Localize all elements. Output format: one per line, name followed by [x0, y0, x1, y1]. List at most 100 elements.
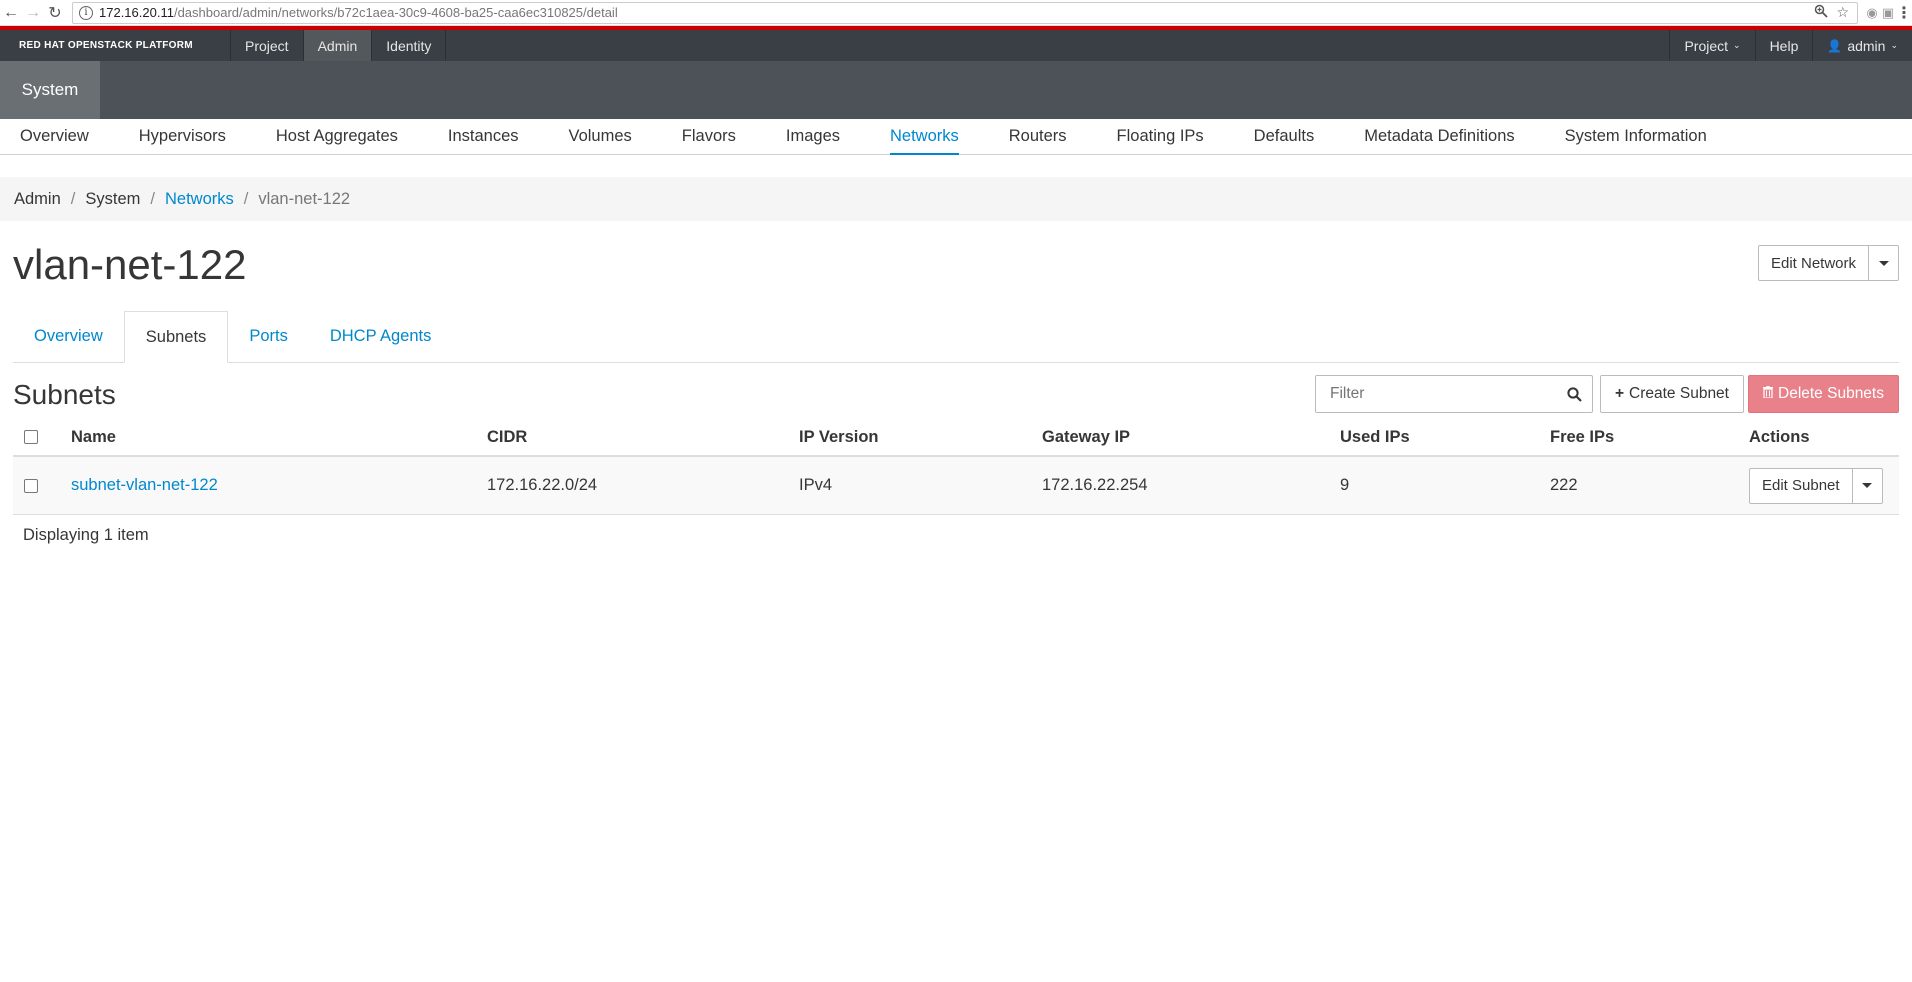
subnet-gateway-ip: 172.16.22.254: [1042, 476, 1148, 494]
subnet-cidr: 172.16.22.0/24: [487, 476, 598, 494]
browser-menu-icon[interactable]: ⋮: [1896, 3, 1912, 23]
filter-input[interactable]: [1316, 376, 1556, 412]
edit-network-split-button: Edit Network: [1757, 245, 1899, 281]
subnets-table-header: Subnets + Create Subnet Delete Subnets: [13, 363, 1899, 419]
subnav-host-aggregates[interactable]: Host Aggregates: [276, 119, 398, 154]
user-dropdown[interactable]: 👤 admin ⌄: [1812, 30, 1912, 61]
topnav-admin[interactable]: Admin: [302, 30, 372, 61]
column-header-ip-version: IP Version: [799, 427, 879, 446]
breadcrumb-separator: /: [150, 189, 155, 208]
project-dropdown-label: Project: [1684, 37, 1729, 54]
create-subnet-button[interactable]: + Create Subnet: [1599, 375, 1744, 413]
info-icon[interactable]: i: [79, 5, 93, 20]
address-bar[interactable]: i 172.16.20.11/dashboard/admin/networks/…: [72, 1, 1858, 24]
subnav-defaults[interactable]: Defaults: [1254, 119, 1315, 154]
column-header-cidr: CIDR: [487, 427, 528, 446]
edit-subnet-split-button: Edit Subnet: [1749, 467, 1883, 504]
edit-network-button[interactable]: Edit Network: [1759, 246, 1868, 280]
bookmark-star-icon[interactable]: ☆: [1836, 4, 1849, 21]
page-header: vlan-net-122 Edit Network: [0, 221, 1912, 311]
select-all-checkbox[interactable]: [24, 430, 38, 444]
user-icon: 👤: [1827, 38, 1843, 53]
zoom-icon[interactable]: [1814, 4, 1829, 21]
user-name: admin: [1847, 37, 1886, 54]
subnav-networks[interactable]: Networks: [890, 119, 959, 155]
help-link[interactable]: Help: [1754, 30, 1813, 61]
subnav-hypervisors[interactable]: Hypervisors: [139, 119, 226, 154]
breadcrumb-networks[interactable]: Networks: [165, 190, 234, 209]
create-subnet-label: Create Subnet: [1629, 385, 1729, 402]
reload-icon[interactable]: ↻: [44, 1, 66, 25]
breadcrumb-current: vlan-net-122: [258, 189, 351, 208]
breadcrumb-separator: /: [70, 189, 76, 208]
subnav-flavors[interactable]: Flavors: [682, 119, 736, 154]
project-dropdown[interactable]: Project ⌄: [1669, 30, 1754, 61]
brand-logo[interactable]: RED HAT OPENSTACK PLATFORM: [0, 30, 230, 61]
breadcrumb: Admin / System / Networks / vlan-net-122: [0, 177, 1912, 221]
row-actions: Edit Subnet: [1749, 467, 1885, 504]
delete-subnets-label: Delete Subnets: [1778, 385, 1884, 402]
caret-down-icon: [1862, 483, 1873, 488]
browser-toolbar: ← → ↻ i 172.16.20.11/dashboard/admin/net…: [0, 0, 1912, 26]
panel-group-bar: System: [0, 61, 1912, 119]
subnet-free-ips: 222: [1550, 476, 1578, 494]
extension-circle-icon[interactable]: ◉: [1864, 5, 1880, 21]
chevron-down-icon: ⌄: [1733, 40, 1741, 50]
column-header-actions: Actions: [1749, 427, 1810, 446]
forward-arrow-icon[interactable]: →: [22, 1, 44, 25]
subnav-volumes[interactable]: Volumes: [569, 119, 632, 154]
column-header-gateway-ip: Gateway IP: [1042, 427, 1131, 446]
tab-subnets[interactable]: Subnets: [123, 311, 229, 363]
edit-subnet-button[interactable]: Edit Subnet: [1750, 469, 1852, 503]
subnav-routers[interactable]: Routers: [1009, 119, 1067, 154]
subnav-overview[interactable]: Overview: [20, 119, 89, 154]
url-path: /dashboard/admin/networks/b72c1aea-30c9-…: [173, 5, 618, 20]
detail-tabs: Overview Subnets Ports DHCP Agents: [13, 311, 1899, 363]
extension-box-icon[interactable]: ▣: [1880, 5, 1896, 21]
row-select-cell: [13, 478, 71, 493]
breadcrumb-system: System: [85, 189, 141, 208]
system-subnav: Overview Hypervisors Host Aggregates Ins…: [0, 119, 1912, 155]
subnav-floating-ips[interactable]: Floating IPs: [1117, 119, 1204, 154]
subnet-name-link[interactable]: subnet-vlan-net-122: [71, 476, 218, 494]
table-row: subnet-vlan-net-122 172.16.22.0/24 IPv4 …: [13, 457, 1899, 515]
subnav-system-information[interactable]: System Information: [1565, 119, 1707, 154]
url-host: 172.16.20.11: [99, 5, 174, 20]
subnav-instances[interactable]: Instances: [448, 119, 519, 154]
top-navbar: RED HAT OPENSTACK PLATFORM Project Admin…: [0, 26, 1912, 61]
column-header-used-ips: Used IPs: [1340, 427, 1410, 446]
filter-group: [1315, 375, 1593, 413]
tab-dhcp-agents[interactable]: DHCP Agents: [309, 311, 453, 362]
subnet-actions-dropdown[interactable]: [1851, 468, 1882, 503]
subnav-metadata-definitions[interactable]: Metadata Definitions: [1364, 119, 1514, 154]
network-actions-dropdown[interactable]: [1868, 246, 1898, 280]
select-all-cell: [13, 430, 71, 444]
column-header-name: Name: [71, 427, 116, 446]
subnet-ip-version: IPv4: [799, 476, 833, 494]
back-arrow-icon[interactable]: ←: [0, 1, 22, 25]
table-header-row: Name CIDR IP Version Gateway IP Used IPs…: [13, 419, 1899, 457]
column-header-free-ips: Free IPs: [1550, 427, 1615, 446]
subnet-used-ips: 9: [1340, 476, 1350, 494]
page-title: vlan-net-122: [13, 241, 247, 288]
breadcrumb-separator: /: [243, 189, 249, 208]
plus-icon: +: [1614, 385, 1625, 402]
subnet-name-cell: subnet-vlan-net-122: [71, 476, 487, 495]
row-checkbox[interactable]: [24, 478, 38, 493]
system-tab[interactable]: System: [0, 61, 100, 119]
breadcrumb-admin: Admin: [14, 189, 61, 208]
chevron-down-icon: ⌄: [1890, 40, 1898, 50]
delete-subnets-button[interactable]: Delete Subnets: [1748, 375, 1899, 413]
topnav-project[interactable]: Project: [230, 30, 303, 61]
subnav-images[interactable]: Images: [786, 119, 840, 154]
search-icon[interactable]: [1556, 386, 1592, 402]
caret-down-icon: [1878, 260, 1889, 266]
tab-overview[interactable]: Overview: [13, 311, 124, 362]
trash-icon: [1763, 385, 1773, 403]
tab-ports[interactable]: Ports: [228, 311, 309, 362]
row-actions-cell: Edit Subnet: [1749, 467, 1899, 504]
subnets-table: Name CIDR IP Version Gateway IP Used IPs…: [13, 419, 1899, 515]
table-footer-count: Displaying 1 item: [23, 526, 149, 544]
subnets-title: Subnets: [13, 379, 116, 410]
topnav-identity[interactable]: Identity: [371, 30, 447, 61]
